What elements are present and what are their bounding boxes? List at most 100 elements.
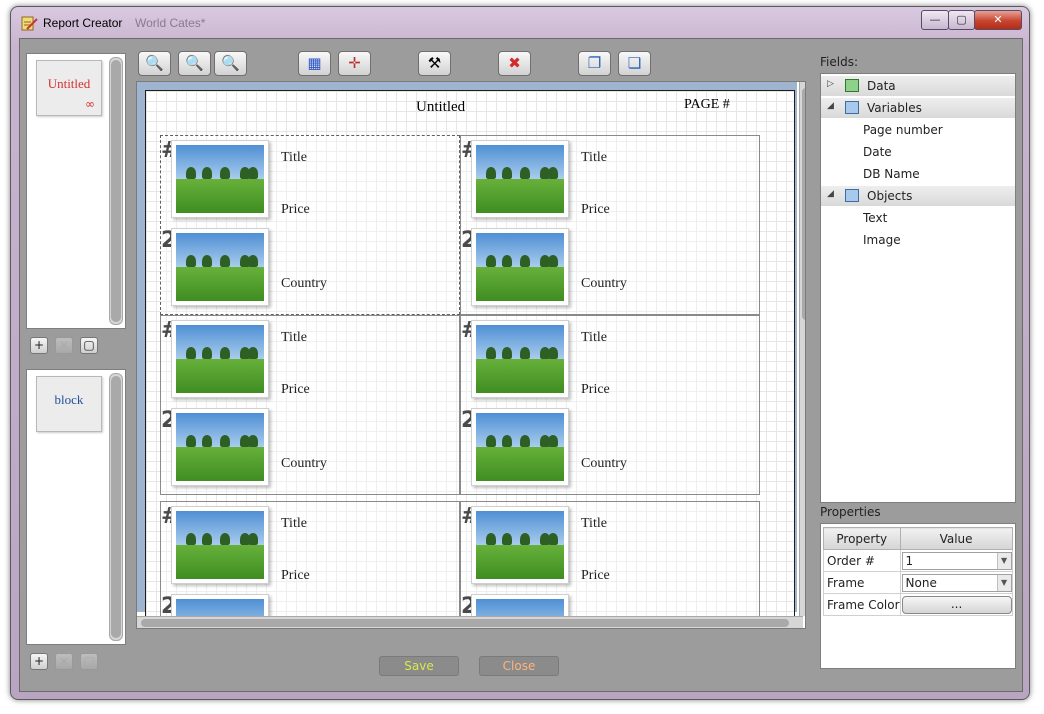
tools-button[interactable]: ⚒ bbox=[418, 51, 451, 76]
price-field[interactable]: Price bbox=[281, 202, 310, 218]
price-field[interactable]: Price bbox=[581, 202, 610, 218]
zoom-in-button[interactable]: 🔍 bbox=[178, 51, 211, 76]
price-field[interactable]: Price bbox=[581, 382, 610, 398]
record-image[interactable] bbox=[471, 506, 569, 584]
tree-item-page-number[interactable]: Page number bbox=[821, 120, 1015, 140]
tree-icon bbox=[186, 347, 196, 359]
tree-group-objects[interactable]: ◢ Objects bbox=[821, 186, 1015, 206]
pages-scrollbar-thumb[interactable] bbox=[111, 60, 121, 322]
blocks-panel: block bbox=[26, 369, 126, 645]
copy-block-button[interactable]: ▢ bbox=[80, 653, 98, 670]
minimize-button[interactable]: — bbox=[921, 10, 949, 30]
blocks-scrollbar-thumb[interactable] bbox=[111, 376, 121, 638]
record-block[interactable]: #1TitlePrice2Country bbox=[160, 135, 460, 315]
send-back-button[interactable]: ❏ bbox=[618, 51, 651, 76]
page-thumbnail[interactable]: Untitled ∞ bbox=[36, 60, 102, 116]
record-block[interactable]: #6TitlePrice2Country bbox=[460, 315, 760, 495]
properties-label: Properties bbox=[820, 505, 881, 519]
country-field[interactable]: Country bbox=[281, 456, 327, 472]
record-image-2[interactable] bbox=[171, 408, 269, 486]
zoom-button[interactable]: 🔍 bbox=[138, 51, 171, 76]
record-image[interactable] bbox=[471, 140, 569, 218]
tree-icon bbox=[548, 533, 558, 545]
title-field[interactable]: Title bbox=[581, 516, 607, 532]
title-field[interactable]: Title bbox=[581, 150, 607, 166]
zoom-out-button[interactable]: 🔍 bbox=[214, 51, 247, 76]
title-field[interactable]: Title bbox=[581, 330, 607, 346]
price-field[interactable]: Price bbox=[581, 568, 610, 584]
record-image[interactable] bbox=[471, 320, 569, 398]
snap-button[interactable]: ✛ bbox=[338, 51, 371, 76]
grid-button[interactable]: ▦ bbox=[298, 51, 331, 76]
price-field[interactable]: Price bbox=[281, 568, 310, 584]
page-title[interactable]: Untitled bbox=[416, 99, 465, 116]
tree-group-variables[interactable]: ◢ Variables bbox=[821, 98, 1015, 118]
bring-front-button[interactable]: ❐ bbox=[578, 51, 611, 76]
delete-button[interactable]: ✖ bbox=[498, 51, 531, 76]
remove-block-button[interactable]: × bbox=[55, 653, 73, 670]
record-image-2[interactable] bbox=[171, 228, 269, 306]
add-block-button[interactable]: + bbox=[30, 653, 48, 670]
tree-item-text[interactable]: Text bbox=[821, 208, 1015, 228]
frame-color-button[interactable]: ... bbox=[901, 595, 1012, 614]
chevron-down-icon[interactable]: ▼ bbox=[996, 552, 1011, 569]
record-image-2[interactable] bbox=[471, 228, 569, 306]
block-thumbnail[interactable]: block bbox=[36, 376, 102, 432]
tree-item-date[interactable]: Date bbox=[821, 142, 1015, 162]
record-image[interactable] bbox=[171, 320, 269, 398]
canvas-horizontal-scrollbar-thumb[interactable] bbox=[141, 619, 789, 627]
tree-label: Date bbox=[863, 145, 892, 159]
report-page[interactable]: Untitled PAGE # #1TitlePrice2Country#5Ti… bbox=[145, 90, 795, 628]
property-column-header[interactable]: Property bbox=[823, 527, 901, 550]
title-field[interactable]: Title bbox=[281, 330, 307, 346]
save-button[interactable]: Save bbox=[379, 656, 459, 676]
tree-label: Text bbox=[863, 211, 888, 225]
tree-group-data[interactable]: ▷ Data bbox=[821, 76, 1015, 96]
canvas-horizontal-scrollbar[interactable] bbox=[137, 616, 803, 628]
expanded-arrow-icon[interactable]: ◢ bbox=[827, 101, 834, 111]
country-field[interactable]: Country bbox=[281, 276, 327, 292]
collapsed-arrow-icon[interactable]: ▷ bbox=[827, 79, 834, 89]
country-field[interactable]: Country bbox=[581, 456, 627, 472]
record-image[interactable] bbox=[171, 506, 269, 584]
property-combo[interactable]: 1 ▼ bbox=[901, 551, 1012, 570]
tree-item-image[interactable]: Image bbox=[821, 230, 1015, 250]
property-value: None bbox=[905, 575, 937, 590]
record-block[interactable]: #3TitlePrice2Country bbox=[160, 501, 460, 628]
expanded-arrow-icon[interactable]: ◢ bbox=[827, 189, 834, 199]
title-field[interactable]: Title bbox=[281, 516, 307, 532]
maximize-button[interactable]: ▢ bbox=[948, 10, 975, 30]
close-window-button[interactable]: ✕ bbox=[974, 10, 1022, 30]
value-column-header[interactable]: Value bbox=[899, 527, 1013, 550]
record-image-2[interactable] bbox=[471, 408, 569, 486]
property-row: Order #1 ▼ bbox=[823, 549, 1013, 572]
copy-page-button[interactable]: ▢ bbox=[80, 337, 98, 354]
report-canvas[interactable]: Untitled PAGE # #1TitlePrice2Country#5Ti… bbox=[136, 81, 806, 629]
chevron-down-icon[interactable]: ▼ bbox=[996, 574, 1011, 591]
record-block[interactable]: #5TitlePrice2Country bbox=[460, 135, 760, 315]
record-block[interactable]: #7TitlePrice2Country bbox=[460, 501, 760, 628]
record-image[interactable] bbox=[171, 140, 269, 218]
title-bar[interactable]: Report Creator World Cates* — ▢ ✕ bbox=[11, 7, 1029, 39]
zoom-icon: 🔍 bbox=[145, 54, 164, 72]
zoom-in-icon: 🔍 bbox=[185, 54, 204, 72]
objects-icon bbox=[845, 189, 859, 202]
page-number-field[interactable]: PAGE # bbox=[684, 97, 730, 113]
add-page-button[interactable]: + bbox=[30, 337, 48, 354]
tree-icon bbox=[186, 167, 196, 179]
pages-scrollbar[interactable] bbox=[109, 57, 123, 325]
close-button[interactable]: Close bbox=[479, 656, 559, 676]
blocks-scrollbar[interactable] bbox=[109, 373, 123, 641]
snap-icon: ✛ bbox=[348, 54, 361, 72]
property-combo[interactable]: None ▼ bbox=[901, 573, 1012, 592]
record-block[interactable]: #2TitlePrice2Country bbox=[160, 315, 460, 495]
price-field[interactable]: Price bbox=[281, 382, 310, 398]
tree-item-db-name[interactable]: DB Name bbox=[821, 164, 1015, 184]
canvas-vertical-scrollbar-thumb[interactable] bbox=[802, 88, 805, 320]
country-field[interactable]: Country bbox=[581, 276, 627, 292]
title-field[interactable]: Title bbox=[281, 150, 307, 166]
tree-label: DB Name bbox=[863, 167, 920, 181]
canvas-vertical-scrollbar[interactable] bbox=[799, 82, 805, 616]
tree-label: Page number bbox=[863, 123, 943, 137]
remove-page-button[interactable]: × bbox=[55, 337, 73, 354]
